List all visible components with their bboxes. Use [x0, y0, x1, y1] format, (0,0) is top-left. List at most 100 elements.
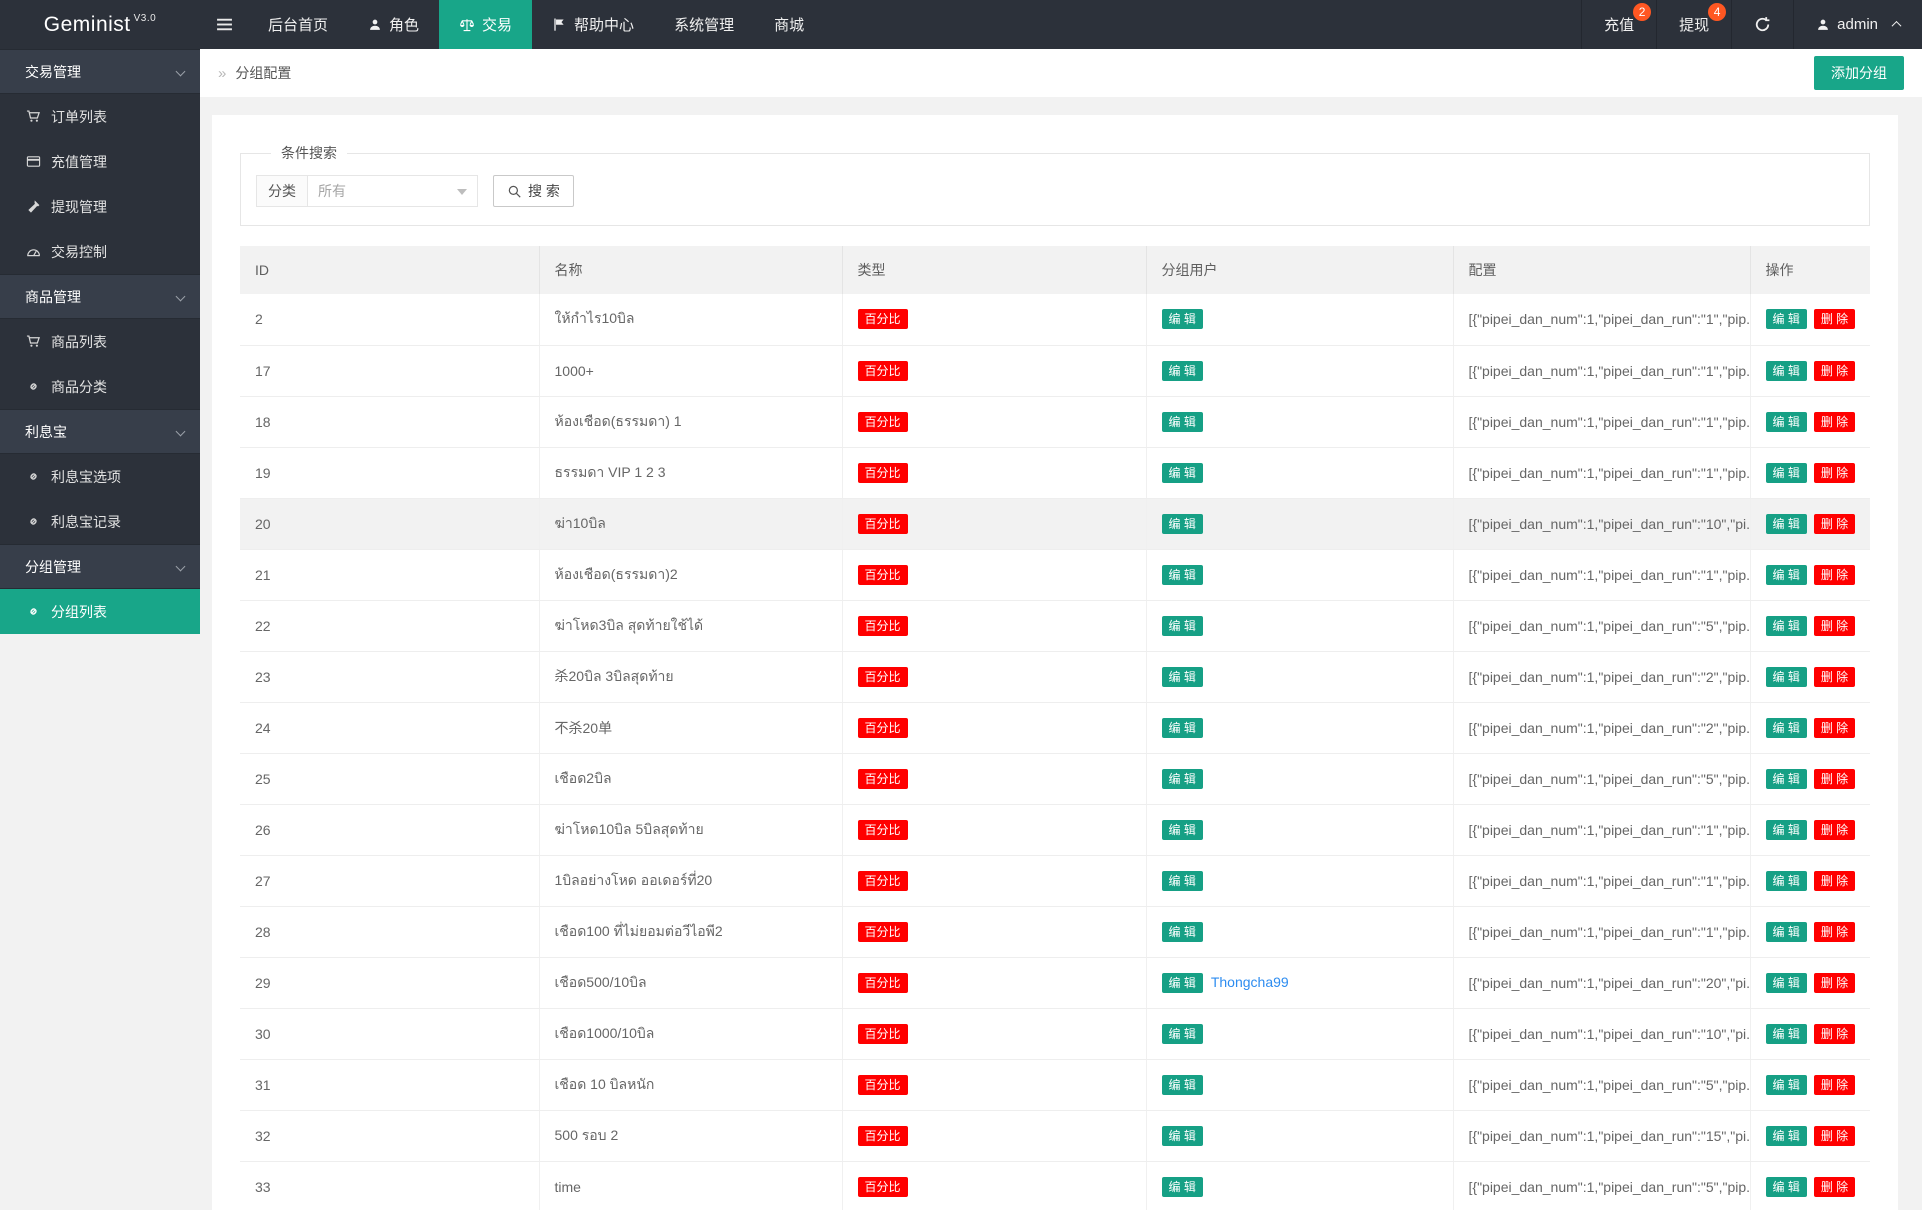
- cell-actions: 编 辑删 除: [1750, 447, 1870, 499]
- edit-users-button[interactable]: 编 辑: [1161, 1176, 1203, 1197]
- topnav-withdraw-label: 提现: [1679, 17, 1710, 34]
- edit-users-button[interactable]: 编 辑: [1161, 972, 1203, 993]
- sidebar-section-trade-mgmt[interactable]: 交易管理: [0, 49, 200, 94]
- edit-users-button[interactable]: 编 辑: [1161, 513, 1203, 534]
- breadcrumb-icon: »: [218, 64, 227, 82]
- sidebar-section-title: 商品管理: [25, 288, 81, 305]
- topnav-item-roles[interactable]: 角色: [348, 0, 439, 49]
- sidebar-item-goods-list[interactable]: 商品列表: [0, 319, 200, 364]
- edit-users-button[interactable]: 编 辑: [1161, 666, 1203, 687]
- sidebar-item-interest-records[interactable]: 利息宝记录: [0, 499, 200, 544]
- sidebar-item-recharge-mgmt[interactable]: 充值管理: [0, 139, 200, 184]
- sidebar-item-goods-category[interactable]: 商品分类: [0, 364, 200, 409]
- edit-button[interactable]: 编 辑: [1765, 615, 1807, 636]
- edit-button[interactable]: 编 辑: [1765, 411, 1807, 432]
- card-icon: [25, 154, 41, 169]
- delete-button[interactable]: 删 除: [1813, 615, 1856, 636]
- cell-group-users: 编 辑: [1146, 396, 1454, 448]
- topnav-item-dashboard[interactable]: 后台首页: [248, 0, 348, 49]
- sidebar-section-goods-mgmt[interactable]: 商品管理: [0, 274, 200, 319]
- category-select[interactable]: 所有: [308, 175, 478, 207]
- edit-button[interactable]: 编 辑: [1765, 360, 1807, 381]
- edit-button[interactable]: 编 辑: [1765, 921, 1807, 942]
- edit-button[interactable]: 编 辑: [1765, 870, 1807, 891]
- user-icon: [368, 18, 382, 32]
- delete-button[interactable]: 删 除: [1813, 768, 1856, 789]
- cell-id: 33: [240, 1161, 540, 1210]
- edit-button[interactable]: 编 辑: [1765, 717, 1807, 738]
- edit-button[interactable]: 编 辑: [1765, 666, 1807, 687]
- sidebar-item-interest-options[interactable]: 利息宝选项: [0, 454, 200, 499]
- delete-button[interactable]: 删 除: [1813, 462, 1856, 483]
- sidebar-item-withdraw-mgmt[interactable]: 提现管理: [0, 184, 200, 229]
- edit-users-button[interactable]: 编 辑: [1161, 870, 1203, 891]
- edit-users-button[interactable]: 编 辑: [1161, 615, 1203, 636]
- edit-button[interactable]: 编 辑: [1765, 768, 1807, 789]
- edit-users-button[interactable]: 编 辑: [1161, 462, 1203, 483]
- group-user-link[interactable]: Thongcha99: [1211, 974, 1289, 990]
- gauge-icon: [25, 244, 41, 259]
- delete-button[interactable]: 删 除: [1813, 921, 1856, 942]
- cell-name: เชือด500/10บิล: [539, 957, 843, 1009]
- sidebar-toggle-button[interactable]: [200, 0, 248, 49]
- edit-users-button[interactable]: 编 辑: [1161, 819, 1203, 840]
- topnav-item-system[interactable]: 系统管理: [654, 0, 754, 49]
- delete-button[interactable]: 删 除: [1813, 411, 1856, 432]
- edit-button[interactable]: 编 辑: [1765, 462, 1807, 483]
- cell-name: 杀20บิล 3บิลสุดท้าย: [539, 651, 843, 703]
- edit-users-button[interactable]: 编 辑: [1161, 717, 1203, 738]
- topnav-item-mall[interactable]: 商城: [754, 0, 824, 49]
- edit-users-button[interactable]: 编 辑: [1161, 360, 1203, 381]
- topnav-recharge-button[interactable]: 充值 2: [1581, 0, 1656, 49]
- delete-button[interactable]: 删 除: [1813, 666, 1856, 687]
- topnav-item-help-center[interactable]: 帮助中心: [532, 0, 654, 49]
- edit-button[interactable]: 编 辑: [1765, 1176, 1807, 1197]
- cell-group-users: 编 辑: [1146, 1059, 1454, 1111]
- search-button[interactable]: 搜 索: [493, 175, 574, 207]
- edit-users-button[interactable]: 编 辑: [1161, 768, 1203, 789]
- sidebar-section-group-mgmt[interactable]: 分组管理: [0, 544, 200, 589]
- edit-users-button[interactable]: 编 辑: [1161, 1125, 1203, 1146]
- edit-button[interactable]: 编 辑: [1765, 1074, 1807, 1095]
- sidebar-item-order-list[interactable]: 订单列表: [0, 94, 200, 139]
- edit-button[interactable]: 编 辑: [1765, 309, 1807, 330]
- edit-users-button[interactable]: 编 辑: [1161, 921, 1203, 942]
- delete-button[interactable]: 删 除: [1813, 870, 1856, 891]
- delete-button[interactable]: 删 除: [1813, 360, 1856, 381]
- edit-users-button[interactable]: 编 辑: [1161, 1023, 1203, 1044]
- delete-button[interactable]: 删 除: [1813, 972, 1856, 993]
- delete-button[interactable]: 删 除: [1813, 1125, 1856, 1146]
- sidebar-section-interest[interactable]: 利息宝: [0, 409, 200, 454]
- edit-button[interactable]: 编 辑: [1765, 819, 1807, 840]
- delete-button[interactable]: 删 除: [1813, 309, 1856, 330]
- type-badge: 百分比: [857, 411, 908, 432]
- sidebar-item-label: 交易控制: [51, 243, 107, 260]
- edit-button[interactable]: 编 辑: [1765, 513, 1807, 534]
- delete-button[interactable]: 删 除: [1813, 564, 1856, 585]
- delete-button[interactable]: 删 除: [1813, 717, 1856, 738]
- topnav-item-trade[interactable]: 交易: [439, 0, 533, 49]
- edit-button[interactable]: 编 辑: [1765, 972, 1807, 993]
- brand-logo[interactable]: Geminist V3.0: [0, 0, 200, 49]
- edit-button[interactable]: 编 辑: [1765, 1125, 1807, 1146]
- cell-config: [{"pipei_dan_num":1,"pipei_dan_run":"1",…: [1453, 549, 1751, 601]
- add-group-button[interactable]: 添加分组: [1814, 56, 1904, 90]
- edit-button[interactable]: 编 辑: [1765, 1023, 1807, 1044]
- delete-button[interactable]: 删 除: [1813, 819, 1856, 840]
- delete-button[interactable]: 删 除: [1813, 1176, 1856, 1197]
- topnav-user-menu[interactable]: admin: [1793, 0, 1922, 49]
- topnav-withdraw-button[interactable]: 提现 4: [1656, 0, 1731, 49]
- edit-users-button[interactable]: 编 辑: [1161, 411, 1203, 432]
- delete-button[interactable]: 删 除: [1813, 1023, 1856, 1044]
- topnav-refresh-button[interactable]: [1731, 0, 1793, 49]
- sidebar-item-trade-control[interactable]: 交易控制: [0, 229, 200, 274]
- sidebar-item-group-list[interactable]: 分组列表: [0, 589, 200, 634]
- edit-button[interactable]: 编 辑: [1765, 564, 1807, 585]
- sidebar-section-title: 分组管理: [25, 558, 81, 575]
- column-header: 分组用户: [1146, 246, 1454, 294]
- edit-users-button[interactable]: 编 辑: [1161, 309, 1203, 330]
- delete-button[interactable]: 删 除: [1813, 1074, 1856, 1095]
- edit-users-button[interactable]: 编 辑: [1161, 564, 1203, 585]
- edit-users-button[interactable]: 编 辑: [1161, 1074, 1203, 1095]
- delete-button[interactable]: 删 除: [1813, 513, 1856, 534]
